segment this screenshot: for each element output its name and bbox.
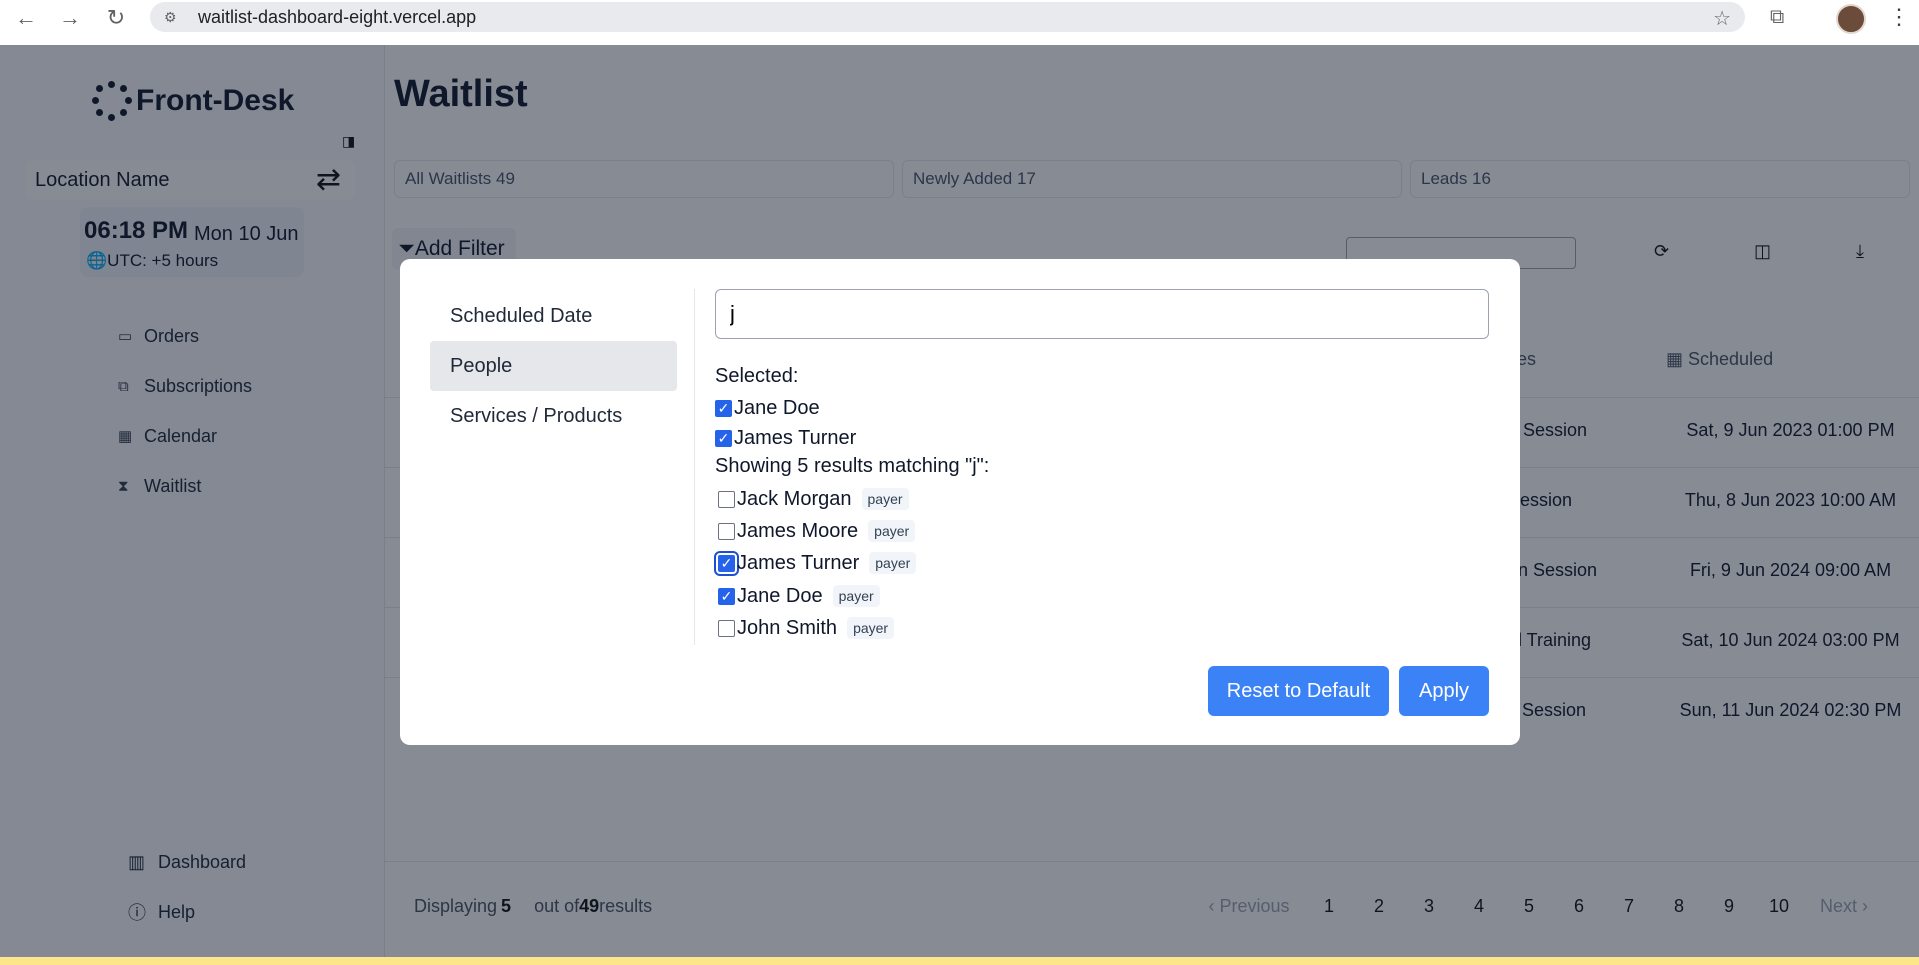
reset-to-default-button[interactable]: Reset to Default [1208, 666, 1389, 716]
apply-button[interactable]: Apply [1399, 666, 1489, 716]
result-item[interactable]: ✓ Jane Doe payer [715, 583, 880, 609]
selected-label: Selected: [715, 365, 799, 387]
category-scheduled-date[interactable]: Scheduled Date [430, 291, 677, 341]
people-filter-modal: Scheduled Date People Services / Product… [400, 259, 1520, 745]
selected-name: Jane Doe [734, 396, 820, 419]
result-item[interactable]: James Moore payer [715, 518, 916, 544]
filter-categories: Scheduled Date People Services / Product… [430, 291, 677, 441]
profile-avatar[interactable] [1836, 4, 1866, 34]
result-name: James Moore [737, 519, 859, 542]
window-bottom-strip [0, 957, 1919, 965]
role-badge: payer [861, 488, 909, 510]
role-badge: payer [868, 520, 916, 542]
result-name: John Smith [737, 616, 838, 639]
result-item[interactable]: John Smith payer [715, 615, 895, 641]
checkbox-icon[interactable] [718, 522, 735, 540]
site-info-icon[interactable]: ⚙ [164, 9, 188, 26]
modal-divider [694, 289, 695, 645]
reload-icon[interactable]: ↻ [98, 0, 134, 36]
url-text[interactable]: waitlist-dashboard-eight.vercel.app [198, 7, 476, 28]
selected-item[interactable]: ✓ Jane Doe [715, 395, 820, 421]
role-badge: payer [869, 552, 917, 574]
people-search-input[interactable] [715, 289, 1489, 339]
checkbox-checked-icon[interactable]: ✓ [715, 429, 732, 447]
back-icon[interactable]: ← [8, 0, 44, 36]
address-bar[interactable]: ⚙ waitlist-dashboard-eight.vercel.app ☆ [150, 2, 1745, 32]
selected-item[interactable]: ✓ James Turner [715, 425, 856, 451]
category-people[interactable]: People [430, 341, 677, 391]
checkbox-icon[interactable] [718, 619, 735, 637]
bookmark-star-icon[interactable]: ☆ [1713, 6, 1731, 31]
role-badge: payer [847, 617, 895, 639]
checkbox-checked-icon[interactable]: ✓ [718, 587, 735, 605]
checkbox-checked-icon[interactable]: ✓ [714, 550, 739, 576]
forward-icon[interactable]: → [52, 0, 88, 36]
results-label: Showing 5 results matching "j": [715, 455, 990, 477]
result-item[interactable]: Jack Morgan payer [715, 486, 909, 512]
result-name: Jack Morgan [737, 487, 852, 510]
result-name: James Turner [737, 551, 860, 574]
result-item[interactable]: ✓ James Turner payer [714, 550, 917, 576]
browser-toolbar: ← → ↻ ⚙ waitlist-dashboard-eight.vercel.… [0, 0, 1919, 45]
category-services-products[interactable]: Services / Products [430, 391, 677, 441]
extensions-icon[interactable]: ⧉ [1770, 6, 1784, 29]
browser-menu-icon[interactable]: ⋮ [1888, 4, 1910, 30]
checkbox-checked-icon[interactable]: ✓ [715, 399, 732, 417]
role-badge: payer [832, 585, 880, 607]
selected-name: James Turner [734, 426, 857, 449]
checkbox-icon[interactable] [718, 490, 735, 508]
result-name: Jane Doe [737, 584, 823, 607]
